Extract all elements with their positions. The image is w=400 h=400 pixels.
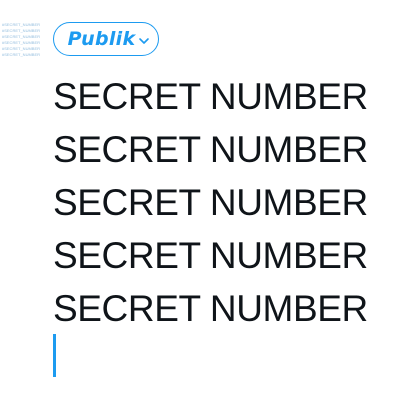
compose-text-line: SECRET NUMBER	[53, 235, 368, 276]
compose-screen: #SECRET_NUMBER #SECRET_NUMBER #SECRET_NU…	[0, 0, 400, 400]
chevron-down-icon	[138, 35, 150, 47]
compose-text-line: SECRET NUMBER	[53, 182, 368, 223]
faint-text-line: #SECRET_NUMBER	[2, 52, 41, 57]
compose-text-line: SECRET NUMBER	[53, 76, 368, 117]
compose-text-area[interactable]: SECRET NUMBER SECRET NUMBER SECRET NUMBE…	[53, 70, 393, 335]
faint-background-text: #SECRET_NUMBER #SECRET_NUMBER #SECRET_NU…	[2, 22, 42, 58]
compose-text-line: SECRET NUMBER	[53, 129, 368, 170]
audience-label: Publik	[67, 28, 136, 50]
text-cursor	[53, 334, 56, 377]
audience-selector-button[interactable]: Publik	[53, 22, 159, 56]
compose-text-line: SECRET NUMBER	[53, 288, 368, 329]
